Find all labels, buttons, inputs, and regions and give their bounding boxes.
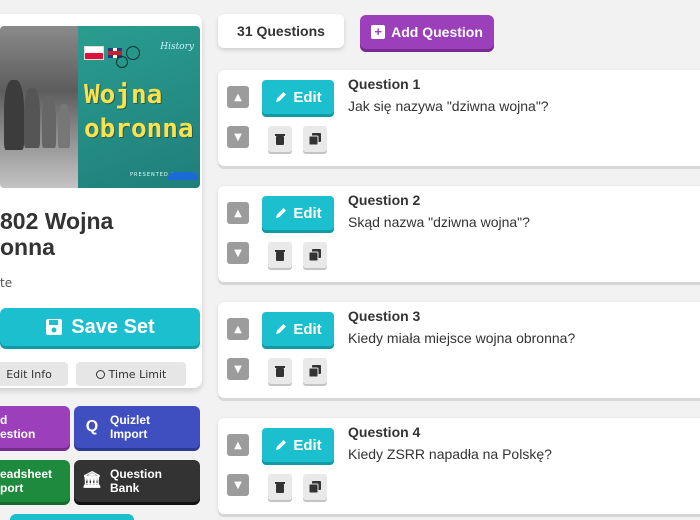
set-title: 802 Wojna onna — [0, 208, 114, 260]
set-cover-image: History Wojna obronna PRESENTED BY — [0, 26, 200, 188]
copy-icon — [309, 133, 321, 145]
duplicate-question-button[interactable] — [303, 474, 327, 500]
trash-icon — [275, 366, 285, 377]
question-card: ▲ ▼ Edit Question 2 Skąd nazwa "dziwna w… — [218, 186, 700, 282]
pencil-icon — [276, 324, 287, 334]
question-text: Kiedy miała miejsce wojna obronna? — [348, 330, 576, 346]
question-card: ▲ ▼ Edit Question 1 Jak się nazywa "dziw… — [218, 70, 700, 166]
set-card: History Wojna obronna PRESENTED BY 802 W… — [0, 14, 202, 388]
add-question-label: Add Question — [391, 24, 483, 40]
quizlet-icon: Q — [85, 418, 99, 435]
delete-question-button[interactable] — [268, 242, 292, 268]
edit-label: Edit — [293, 320, 322, 338]
set-meta: te — [0, 276, 13, 290]
move-up-button[interactable]: ▲ — [227, 434, 249, 456]
spreadsheet-import-button[interactable]: eadsheet port — [0, 460, 70, 502]
question-title: Question 2 — [348, 192, 421, 208]
question-text: Jak się nazywa "dziwna wojna"? — [348, 98, 549, 114]
move-up-button[interactable]: ▲ — [227, 86, 249, 108]
edit-question-button[interactable]: Edit — [262, 196, 334, 230]
extra-tool-button[interactable] — [10, 514, 134, 520]
duplicate-question-button[interactable] — [303, 358, 327, 384]
cover-subject: History — [160, 42, 194, 52]
question-count: 31 Questions — [218, 14, 344, 48]
edit-label: Edit — [293, 204, 322, 222]
move-down-button[interactable]: ▼ — [227, 358, 249, 380]
copy-icon — [309, 481, 321, 493]
question-title: Question 3 — [348, 308, 421, 324]
time-limit-button[interactable]: Time Limit — [76, 362, 186, 386]
add-question-button[interactable]: + Add Question — [360, 15, 494, 49]
question-bank-button[interactable]: 🏛 Question Bank — [74, 460, 200, 502]
question-title: Question 1 — [348, 76, 421, 92]
tool-label: d estion — [0, 413, 36, 441]
tool-label: Quizlet Import — [110, 413, 151, 441]
copy-icon — [309, 249, 321, 261]
edit-label: Edit — [293, 436, 322, 454]
pencil-icon — [276, 440, 287, 450]
cover-title: Wojna obronna — [84, 80, 194, 144]
add-question-tool-button[interactable]: d estion — [0, 406, 70, 448]
clock-icon — [116, 56, 128, 68]
plus-icon: + — [371, 25, 386, 39]
edit-info-label: Edit Info — [6, 367, 52, 381]
move-up-button[interactable]: ▲ — [227, 202, 249, 224]
question-text: Kiedy ZSRR napadła na Polskę? — [348, 446, 552, 462]
save-set-button[interactable]: Save Set — [0, 308, 200, 346]
pencil-icon — [276, 92, 287, 102]
question-card: ▲ ▼ Edit Question 4 Kiedy ZSRR napadła n… — [218, 418, 700, 514]
move-down-button[interactable]: ▼ — [227, 242, 249, 264]
floppy-icon — [46, 319, 63, 335]
question-title: Question 4 — [348, 424, 421, 440]
edit-question-button[interactable]: Edit — [262, 428, 334, 462]
delete-question-button[interactable] — [268, 126, 292, 152]
delete-question-button[interactable] — [268, 358, 292, 384]
save-set-label: Save Set — [71, 315, 155, 338]
edit-question-button[interactable]: Edit — [262, 80, 334, 114]
trash-icon — [275, 482, 285, 493]
clock-icon — [95, 369, 105, 379]
poland-flag-icon — [84, 46, 104, 60]
move-up-button[interactable]: ▲ — [227, 318, 249, 340]
move-down-button[interactable]: ▼ — [227, 474, 249, 496]
copy-icon — [309, 365, 321, 377]
edit-info-button[interactable]: Edit Info — [0, 362, 68, 386]
time-limit-label: Time Limit — [108, 367, 167, 381]
delete-question-button[interactable] — [268, 474, 292, 500]
move-down-button[interactable]: ▼ — [227, 126, 249, 148]
edit-label: Edit — [293, 88, 322, 106]
tool-label: Question Bank — [110, 467, 163, 495]
edit-question-button[interactable]: Edit — [262, 312, 334, 346]
question-text: Skąd nazwa "dziwna wojna"? — [348, 214, 530, 230]
trash-icon — [275, 134, 285, 145]
trash-icon — [275, 250, 285, 261]
tool-label: eadsheet port — [0, 467, 53, 495]
cover-wave — [168, 172, 198, 180]
pencil-icon — [276, 208, 287, 218]
duplicate-question-button[interactable] — [303, 126, 327, 152]
duplicate-question-button[interactable] — [303, 242, 327, 268]
cover-photo — [0, 26, 78, 188]
bank-icon: 🏛 — [81, 472, 103, 489]
question-card: ▲ ▼ Edit Question 3 Kiedy miała miejsce … — [218, 302, 700, 398]
quizlet-import-button[interactable]: Q Quizlet Import — [74, 406, 200, 448]
clock-icon — [126, 46, 140, 60]
